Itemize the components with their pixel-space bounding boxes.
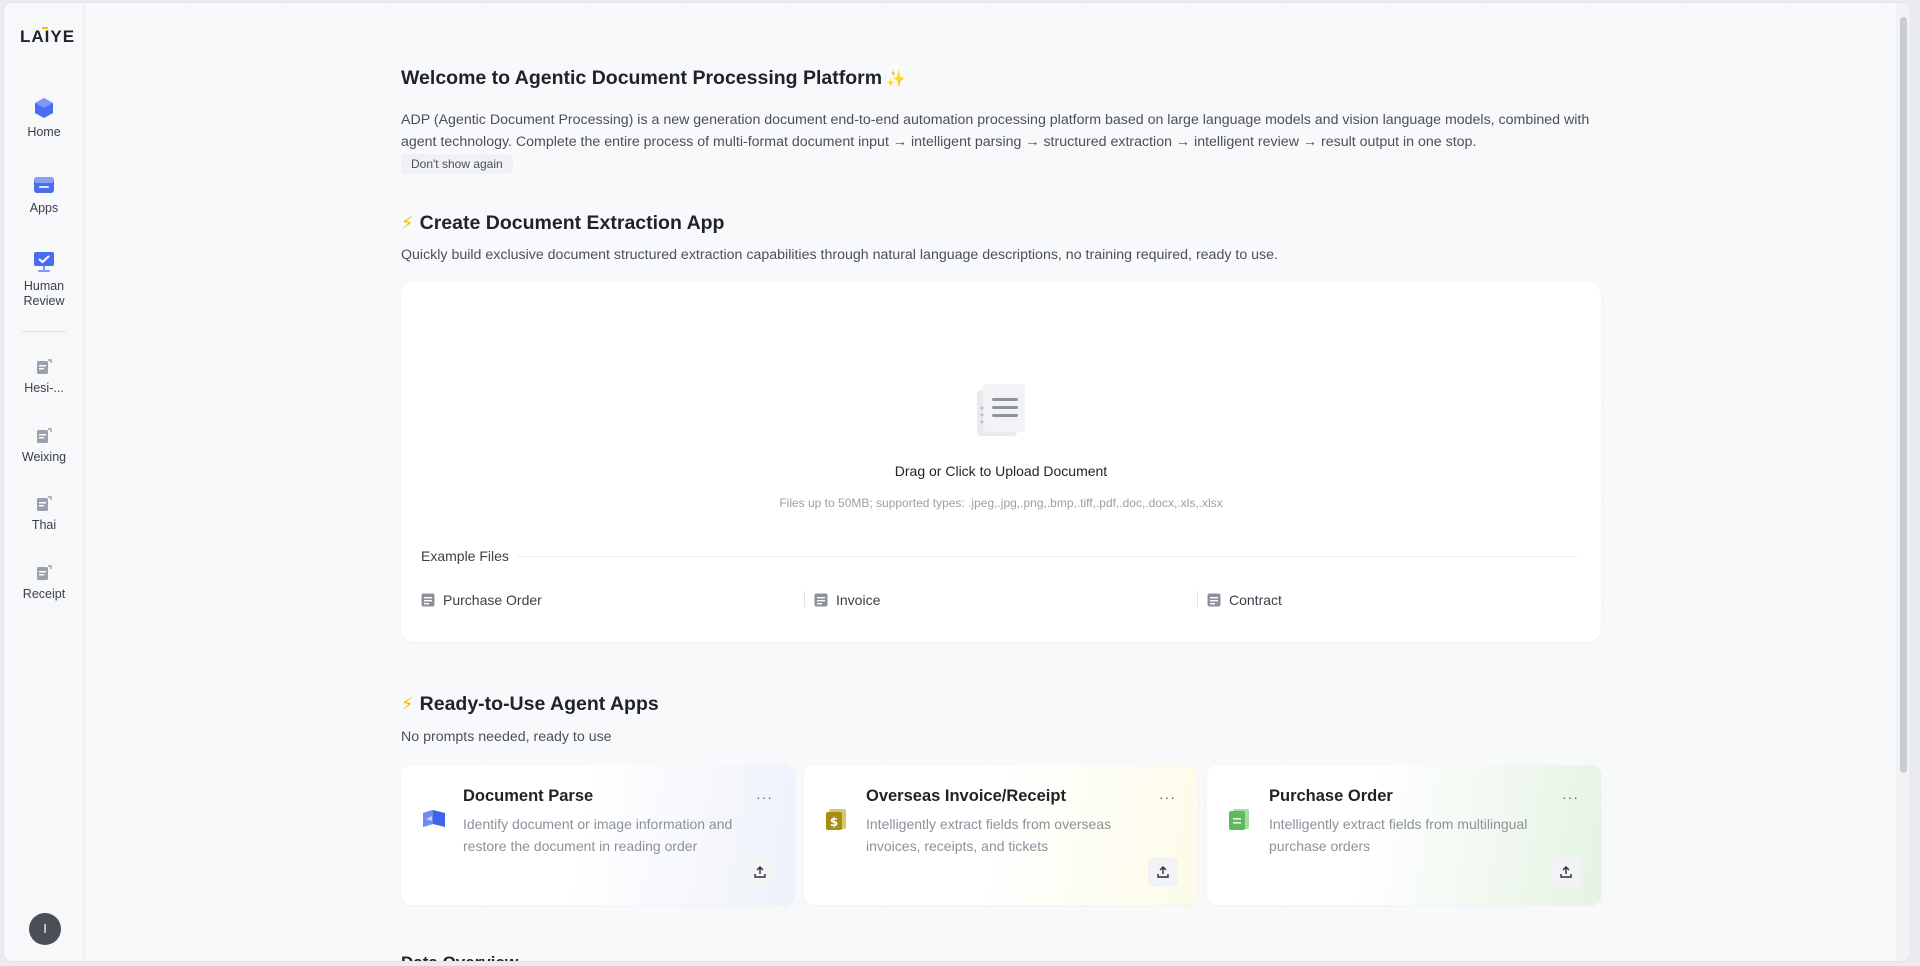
nav-home[interactable]: Home <box>4 97 84 140</box>
nav-app-thai[interactable]: Thai <box>4 496 84 533</box>
nav-app-weixing[interactable]: Weixing <box>4 428 84 465</box>
nav-app-weixing-label: Weixing <box>21 450 67 464</box>
example-separator <box>804 591 805 607</box>
app-document-icon <box>37 565 52 580</box>
nav-apps[interactable]: Apps <box>4 175 84 216</box>
upload-card: Drag or Click to Upload Document Files u… <box>401 282 1601 642</box>
agent-card-title: Overseas Invoice/Receipt <box>866 787 1066 805</box>
agent-card-description: Intelligently extract fields from overse… <box>866 816 1112 854</box>
svg-text:$: $ <box>830 815 838 829</box>
upload-icon <box>1157 866 1169 878</box>
scrollbar-thumb[interactable] <box>1900 17 1907 773</box>
upload-dropzone[interactable]: Drag or Click to Upload Document Files u… <box>401 282 1601 522</box>
nav-apps-label: Apps <box>29 201 59 215</box>
example-file-purchase-order[interactable]: Purchase Order <box>421 590 542 610</box>
agent-apps-subtitle: No prompts needed, ready to use <box>401 729 612 745</box>
agent-card-description: Identify document or image information a… <box>463 816 733 854</box>
agent-card-document-parse[interactable]: Document Parse Identify document or imag… <box>401 765 795 905</box>
agent-card-overseas-invoice[interactable]: $ Overseas Invoice/Receipt Intelligently… <box>804 765 1198 905</box>
laiye-logo[interactable]: LAIYE <box>20 27 74 47</box>
nav-app-receipt[interactable]: Receipt <box>4 565 84 602</box>
upload-title: Drag or Click to Upload Document <box>894 463 1108 479</box>
platform-intro: ADP (Agentic Document Processing) is a n… <box>401 112 1590 150</box>
welcome-title: Welcome to Agentic Document Processing P… <box>401 67 907 89</box>
lightning-icon: ⚡ <box>401 694 414 714</box>
agent-apps-title: ⚡ Ready-to-Use Agent Apps <box>401 693 659 715</box>
upload-button[interactable] <box>745 857 775 887</box>
nav-app-hesi-label: Hesi-... <box>24 381 64 395</box>
invoice-icon: $ <box>826 809 846 830</box>
human-review-icon <box>34 252 54 272</box>
document-parse-icon <box>423 810 445 827</box>
example-file-invoice[interactable]: Invoice <box>814 590 880 610</box>
create-app-subtitle: Quickly build exclusive document structu… <box>401 247 1278 263</box>
nav-app-receipt-label: Receipt <box>22 587 66 601</box>
app-window: LAIYE Home Apps Human Review Hesi-... We… <box>3 2 1911 962</box>
nav-app-thai-label: Thai <box>31 518 57 532</box>
scrollbar[interactable] <box>1896 3 1910 961</box>
agent-card-purchase-order[interactable]: Purchase Order Intelligently extract fie… <box>1207 765 1601 905</box>
example-separator <box>1197 591 1198 607</box>
example-files-label: Example Files <box>421 548 509 564</box>
document-upload-icon <box>977 384 1025 436</box>
nav-human-review-label: Human Review <box>23 279 65 308</box>
agent-card-description: Intelligently extract fields from multil… <box>1269 816 1528 854</box>
more-options-button[interactable]: ··· <box>1562 789 1579 805</box>
upload-icon <box>754 866 766 878</box>
app-document-icon <box>37 359 52 374</box>
user-avatar[interactable]: I <box>29 913 61 945</box>
create-app-title: ⚡ Create Document Extraction App <box>401 212 725 234</box>
dont-show-again-button[interactable]: Don't show again <box>401 154 513 174</box>
file-icon <box>814 593 828 607</box>
main-content: Welcome to Agentic Document Processing P… <box>85 3 1896 961</box>
more-options-button[interactable]: ··· <box>1159 789 1176 805</box>
lightning-icon: ⚡ <box>401 213 414 233</box>
more-options-button[interactable]: ··· <box>756 789 773 805</box>
agent-card-title: Document Parse <box>463 787 594 805</box>
purchase-order-icon <box>1229 809 1249 830</box>
app-document-icon <box>37 496 52 511</box>
apps-icon <box>34 177 54 193</box>
file-icon <box>421 593 435 607</box>
nav-app-hesi[interactable]: Hesi-... <box>4 359 84 396</box>
app-document-icon <box>37 428 52 443</box>
sparkle-icon: ✨ <box>886 71 907 88</box>
nav-human-review[interactable]: Human Review <box>4 251 84 309</box>
sidebar-divider <box>22 331 66 332</box>
sidebar: LAIYE Home Apps Human Review Hesi-... We… <box>4 3 84 961</box>
example-files-divider <box>517 556 1577 557</box>
data-overview-title: Data Overview <box>401 953 518 961</box>
upload-button[interactable] <box>1148 857 1178 887</box>
home-icon <box>35 98 53 118</box>
example-file-contract[interactable]: Contract <box>1207 590 1282 610</box>
upload-button[interactable] <box>1551 857 1581 887</box>
nav-home-label: Home <box>27 125 61 139</box>
upload-hint: Files up to 50MB; supported types: .jpeg… <box>779 496 1223 510</box>
file-icon <box>1207 593 1221 607</box>
agent-card-title: Purchase Order <box>1269 787 1393 805</box>
upload-icon <box>1560 866 1572 878</box>
